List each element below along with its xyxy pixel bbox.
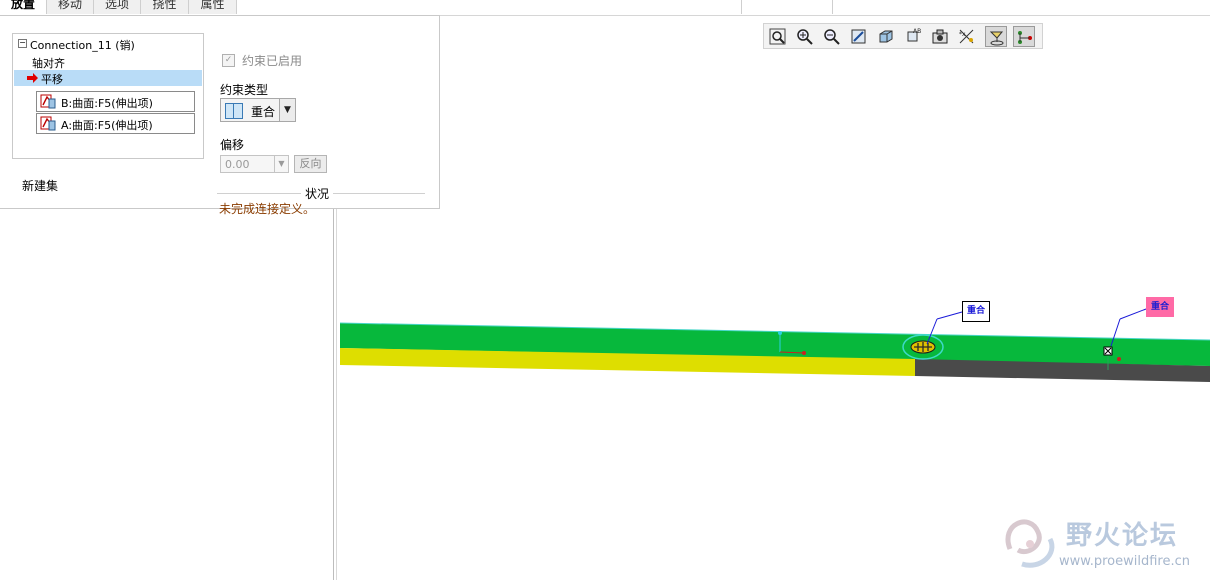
surface-reference-icon xyxy=(40,116,56,131)
offset-value: 0.00 xyxy=(225,158,250,171)
constraint-enabled-label: 约束已启用 xyxy=(242,54,303,68)
graphics-toolbar: AB *x xyxy=(763,23,1043,49)
reference-a-collector[interactable]: A:曲面:F5(伸出项) xyxy=(36,113,195,134)
orient-button[interactable] xyxy=(875,26,897,47)
constraint-enabled-checkbox[interactable]: ✓ xyxy=(222,54,235,67)
spin-center-icon xyxy=(989,31,1004,46)
zoom-fit-icon xyxy=(769,28,786,45)
coincident-tag-highlighted[interactable]: 重合 xyxy=(1146,297,1174,317)
csys-point xyxy=(802,351,806,355)
constraint-type-value: 重合 xyxy=(251,105,276,119)
connection-display-button[interactable] xyxy=(1013,26,1035,47)
zoom-fit-button[interactable] xyxy=(767,26,789,47)
reference-a-label: A:曲面:F5(伸出项) xyxy=(61,119,153,132)
constraint-item-label: 平移 xyxy=(41,73,63,86)
display-style-button[interactable] xyxy=(929,26,951,47)
watermark-logo xyxy=(1005,519,1055,568)
saved-views-icon: AB xyxy=(907,28,921,42)
svg-text:AB: AB xyxy=(913,28,921,35)
divider xyxy=(333,193,425,194)
reverse-button[interactable]: 反向 xyxy=(294,155,327,173)
csys-point xyxy=(1117,357,1121,361)
saved-views-button[interactable]: AB xyxy=(902,26,924,47)
watermark-url: www.proewildfire.cn xyxy=(1059,554,1190,569)
dashboard-tab-strip: 放置 移动 选项 挠性 属性 xyxy=(0,0,1210,16)
reference-b-label: B:曲面:F5(伸出项) xyxy=(61,97,153,110)
red-arrow-icon xyxy=(27,73,38,83)
offset-input[interactable]: 0.00 ▼ xyxy=(220,155,289,173)
chevron-down-icon[interactable]: ▼ xyxy=(279,99,295,121)
tab-move[interactable]: 移动 xyxy=(47,0,94,14)
placement-panel: − Connection_11 (销) 轴对齐 平移 B:曲面:F5(伸出项) … xyxy=(0,15,440,216)
constraint-item-translate[interactable]: 平移 xyxy=(14,70,202,86)
tab-options[interactable]: 选项 xyxy=(94,0,141,14)
reference-b-collector[interactable]: B:曲面:F5(伸出项) xyxy=(36,91,195,112)
svg-text:*x: *x xyxy=(959,31,966,38)
collapse-icon[interactable]: − xyxy=(18,39,27,48)
graphics-viewport-scene[interactable] xyxy=(337,290,1210,400)
orient-icon xyxy=(879,30,893,43)
zoom-in-button[interactable] xyxy=(794,26,816,47)
constraint-type-dropdown[interactable]: 重合 ▼ xyxy=(220,98,296,122)
repaint-icon xyxy=(851,29,866,44)
zoom-out-icon xyxy=(824,29,840,45)
coincident-tag[interactable]: 重合 xyxy=(962,301,990,322)
callout-leader xyxy=(1119,308,1147,320)
tab-properties[interactable]: 属性 xyxy=(189,0,237,14)
connection-item[interactable]: Connection_11 (销) xyxy=(30,37,135,53)
zoom-out-button[interactable] xyxy=(821,26,843,47)
connection-display-icon xyxy=(1018,31,1032,44)
tab-flexibility[interactable]: 挠性 xyxy=(141,0,189,14)
zoom-in-icon xyxy=(797,29,813,45)
chevron-down-icon[interactable]: ▼ xyxy=(274,156,288,172)
constraint-type-label: 约束类型 xyxy=(220,83,269,97)
tab-strip-divider xyxy=(832,0,833,14)
new-set-link[interactable]: 新建集 xyxy=(22,177,58,194)
callout-leader xyxy=(936,311,963,320)
constraint-item-axis-align[interactable]: 轴对齐 xyxy=(32,55,65,71)
spin-center-button[interactable] xyxy=(985,26,1007,47)
datum-display-icon: *x xyxy=(959,29,974,44)
status-message: 未完成连接定义。 xyxy=(219,202,316,216)
tab-placement[interactable]: 放置 xyxy=(0,0,47,14)
tab-strip-divider xyxy=(741,0,742,14)
datum-display-button[interactable]: *x xyxy=(956,26,978,47)
surface-reference-icon xyxy=(40,94,56,109)
repaint-button[interactable] xyxy=(848,26,870,47)
offset-label: 偏移 xyxy=(220,138,245,152)
watermark-title: 野火论坛 xyxy=(1066,521,1179,551)
divider xyxy=(217,193,301,194)
coincident-icon xyxy=(225,103,243,119)
datum-point xyxy=(778,331,782,335)
display-style-icon xyxy=(932,29,948,44)
